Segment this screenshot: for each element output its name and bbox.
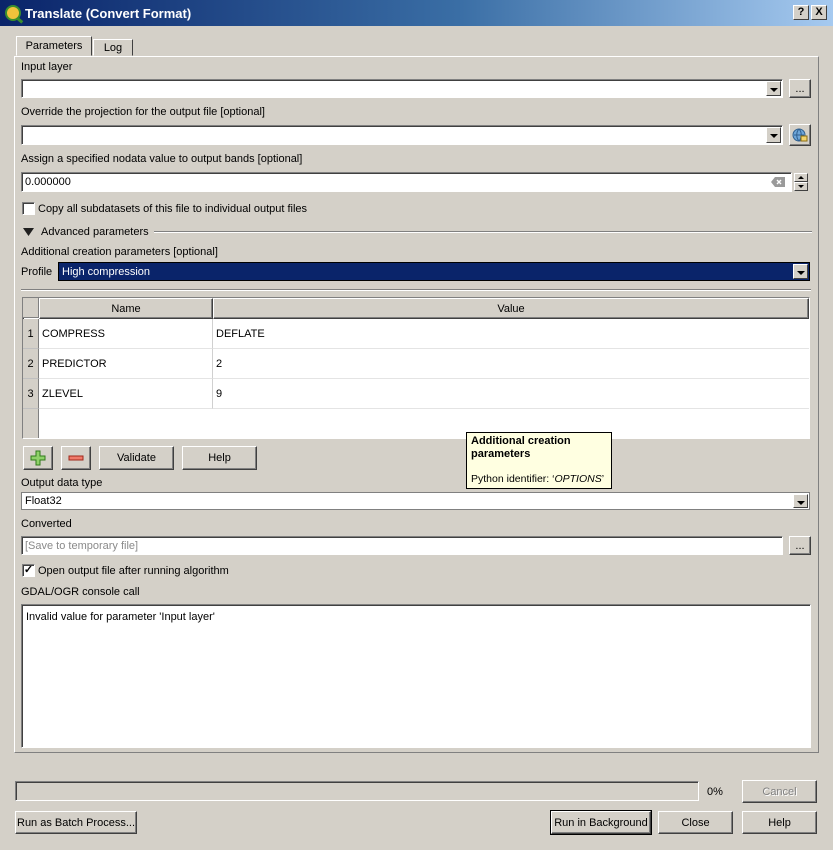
chevron-down-icon[interactable] (766, 81, 781, 96)
collapse-triangle-icon[interactable] (23, 228, 34, 236)
tooltip: Additional creation parameters Python id… (466, 432, 612, 489)
help-titlebar-button[interactable]: ? (793, 5, 809, 20)
table-cell-value[interactable]: 9 (213, 379, 809, 409)
clear-icon[interactable] (771, 177, 785, 187)
projection-combo[interactable] (21, 125, 783, 145)
window-title: Translate (Convert Format) (25, 6, 192, 21)
globe-icon (792, 128, 808, 142)
converted-browse-button[interactable]: ... (789, 536, 811, 555)
copy-subdatasets-checkbox[interactable] (22, 202, 35, 215)
chevron-down-icon[interactable] (793, 264, 808, 279)
creation-params-table[interactable]: Name Value 1 COMPRESS DEFLATE 2 PREDICTO… (22, 297, 810, 439)
profile-divider (21, 289, 811, 291)
chevron-down-icon[interactable] (793, 494, 808, 508)
table-cell-value[interactable]: DEFLATE (213, 319, 809, 349)
minus-icon (68, 455, 84, 461)
title-bar: Translate (Convert Format) ? X (0, 0, 833, 26)
qgis-logo-icon (5, 5, 21, 21)
nodata-label: Assign a specified nodata value to outpu… (21, 153, 303, 165)
close-titlebar-button[interactable]: X (811, 5, 827, 20)
creation-params-label: Additional creation parameters [optional… (21, 246, 218, 258)
add-row-button[interactable] (23, 446, 53, 470)
table-help-button[interactable]: Help (182, 446, 257, 470)
profile-label: Profile (21, 266, 53, 278)
table-cell-name[interactable]: PREDICTOR (39, 349, 213, 379)
console-label: GDAL/OGR console call (21, 586, 140, 598)
table-cell-name[interactable]: COMPRESS (39, 319, 213, 349)
cancel-button[interactable]: Cancel (742, 780, 817, 803)
help-button[interactable]: Help (742, 811, 817, 834)
open-output-label: Open output file after running algorithm (38, 565, 229, 577)
row-header-empty (23, 409, 39, 438)
validate-button[interactable]: Validate (99, 446, 174, 470)
console-textarea[interactable]: Invalid value for parameter 'Input layer… (21, 604, 811, 748)
advanced-parameters-toggle[interactable]: Advanced parameters (41, 226, 149, 238)
advanced-divider (154, 231, 812, 233)
table-cell-name[interactable]: ZLEVEL (39, 379, 213, 409)
spin-up-button[interactable] (794, 173, 808, 182)
projection-label: Override the projection for the output f… (21, 106, 265, 118)
tooltip-title: Additional creation parameters (471, 435, 571, 460)
column-header-name[interactable]: Name (39, 298, 213, 319)
close-button[interactable]: Close (658, 811, 733, 834)
select-crs-button[interactable] (789, 124, 811, 146)
run-batch-button[interactable]: Run as Batch Process... (15, 811, 137, 834)
row-header[interactable]: 1 (23, 319, 39, 349)
tab-log[interactable]: Log (93, 39, 133, 56)
converted-label: Converted (21, 518, 72, 530)
row-header[interactable]: 3 (23, 379, 39, 409)
table-cell-value[interactable]: 2 (213, 349, 809, 379)
spin-down-button[interactable] (794, 182, 808, 191)
tooltip-identifier-line: Python identifier: ‘OPTIONS’ (471, 473, 605, 485)
progress-bar (15, 781, 699, 801)
plus-icon (30, 450, 46, 466)
remove-row-button[interactable] (61, 446, 91, 470)
progress-percent: 0% (707, 786, 723, 798)
copy-subdatasets-label: Copy all subdatasets of this file to ind… (38, 203, 308, 215)
output-type-combo[interactable]: Float32 (21, 492, 810, 510)
profile-combo[interactable]: High compression (58, 262, 810, 281)
table-corner (23, 298, 39, 318)
input-layer-combo[interactable] (21, 79, 783, 98)
row-header[interactable]: 2 (23, 349, 39, 379)
tab-parameters[interactable]: Parameters (16, 36, 92, 56)
input-layer-label: Input layer (21, 61, 73, 73)
converted-output-field[interactable]: [Save to temporary file] (21, 536, 783, 555)
open-output-checkbox[interactable]: ✓ (22, 564, 35, 577)
run-in-background-button[interactable]: Run in Background (550, 810, 652, 835)
output-type-label: Output data type (21, 477, 103, 489)
chevron-down-icon[interactable] (766, 127, 781, 143)
nodata-spinbox[interactable]: 0.000000 (21, 172, 792, 192)
input-layer-browse-button[interactable]: ... (789, 79, 811, 98)
column-header-value[interactable]: Value (213, 298, 809, 319)
